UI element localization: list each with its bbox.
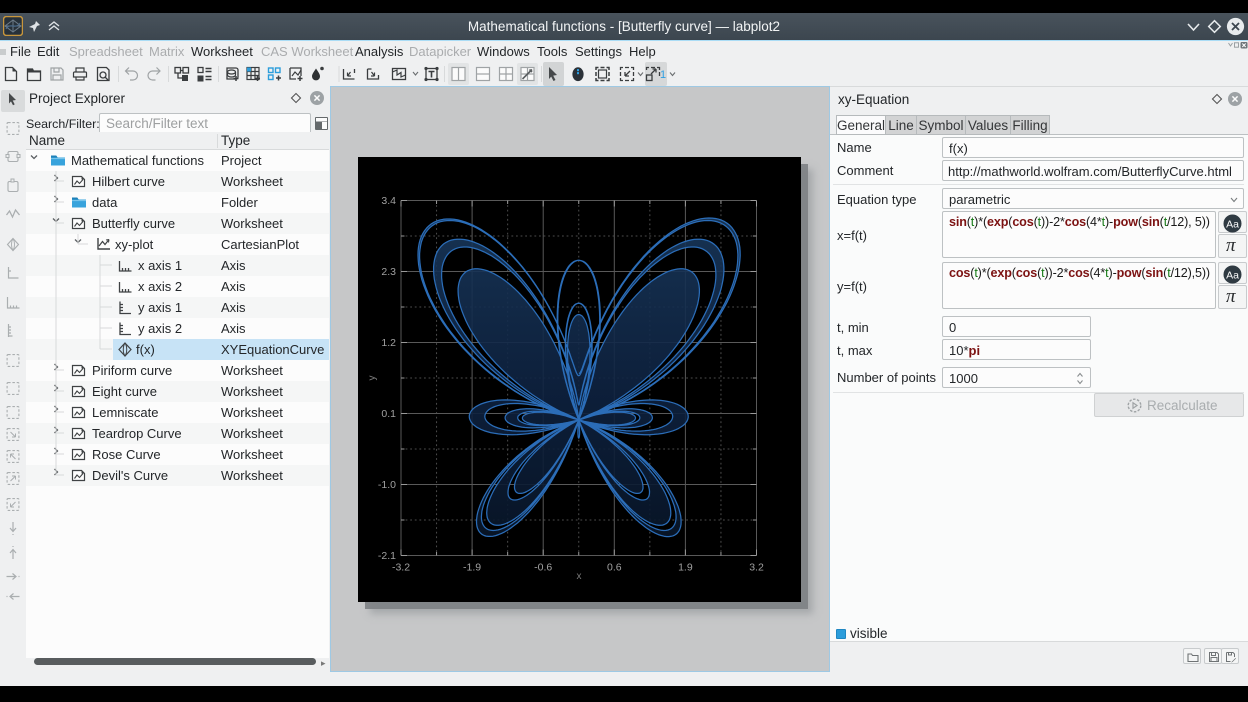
svg-text:-1.9: -1.9 bbox=[463, 562, 481, 574]
svg-text:0.6: 0.6 bbox=[607, 562, 622, 574]
svg-text:3.4: 3.4 bbox=[381, 195, 396, 207]
svg-text:Aa: Aa bbox=[1226, 269, 1239, 281]
svg-text:1: 1 bbox=[660, 69, 666, 81]
svg-text:0.1: 0.1 bbox=[381, 408, 396, 420]
svg-text:Aa: Aa bbox=[1226, 218, 1239, 230]
svg-text:2.3: 2.3 bbox=[381, 266, 396, 278]
svg-text:1.9: 1.9 bbox=[678, 562, 693, 574]
svg-text:-0.6: -0.6 bbox=[534, 562, 552, 574]
svg-text:-3.2: -3.2 bbox=[392, 562, 410, 574]
svg-text:y: y bbox=[367, 376, 378, 381]
svg-text:1.2: 1.2 bbox=[381, 337, 396, 349]
svg-text:3.2: 3.2 bbox=[749, 562, 764, 574]
svg-text:x: x bbox=[577, 571, 582, 582]
svg-text:-1.0: -1.0 bbox=[378, 479, 396, 491]
svg-text:-2.1: -2.1 bbox=[378, 550, 396, 562]
